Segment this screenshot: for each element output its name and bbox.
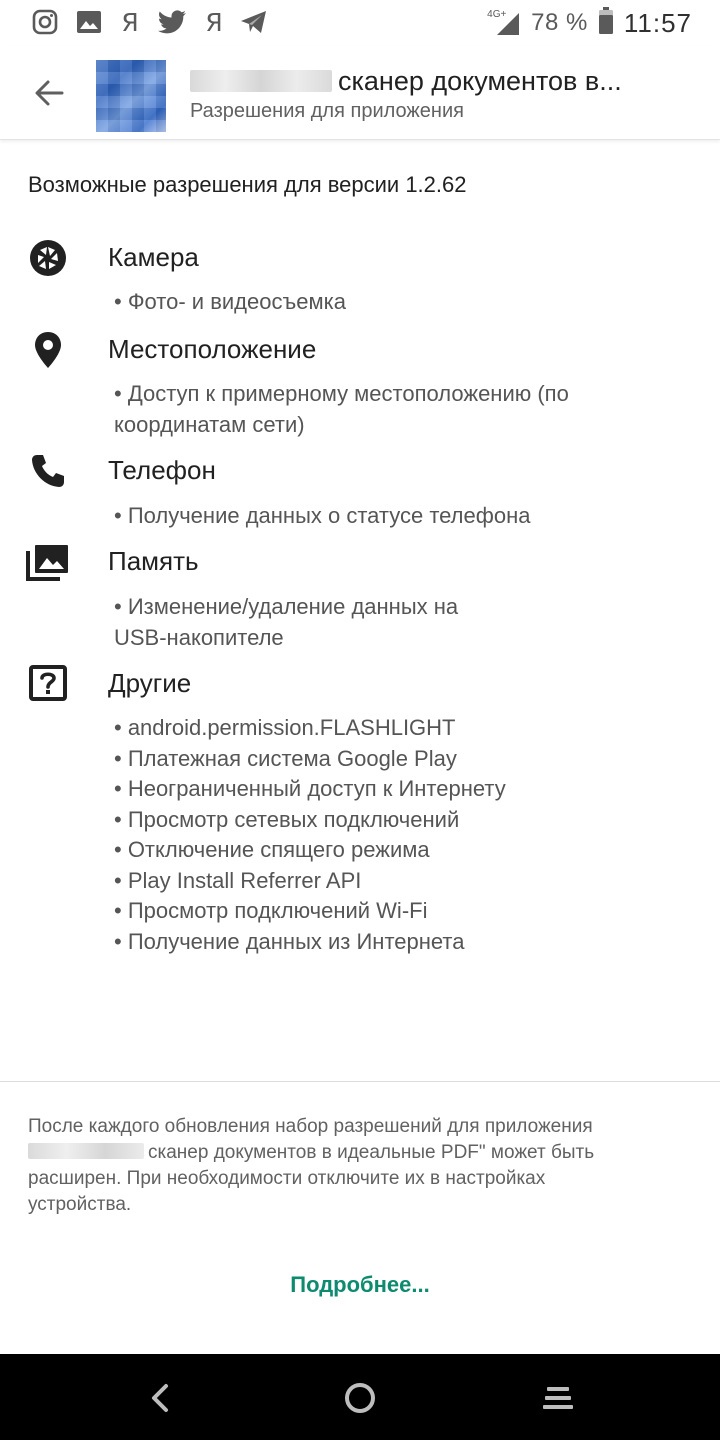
divider <box>0 1081 720 1082</box>
version-heading: Возможные разрешения для версии 1.2.62 <box>28 172 467 197</box>
instagram-icon <box>30 8 60 36</box>
app-title-row: сканер документов в... <box>190 64 700 98</box>
gallery-icon <box>74 8 104 36</box>
app-subtitle: Разрешения для приложения <box>190 100 464 122</box>
permission-title: Другие <box>108 668 192 698</box>
yandex-icon: Я <box>205 7 223 37</box>
footer-line: сканер документов в идеальные PDF" может… <box>148 1142 595 1163</box>
permission-item: • Платежная система Google Play <box>114 745 457 771</box>
permission-item: • android.permission.FLASHLIGHT <box>114 715 456 740</box>
location-pin-icon <box>26 328 70 372</box>
redacted-app-name <box>190 70 332 92</box>
back-arrow-icon <box>35 80 64 106</box>
camera-icon <box>26 236 70 280</box>
status-bar-right: 4G+ 78 % 11:57 <box>487 6 692 40</box>
app-icon <box>96 60 166 132</box>
permission-item: • Фото- и видеосъемка <box>114 289 346 314</box>
footer-line: расширен. При необходимости отключите их… <box>28 1168 546 1189</box>
permission-item: • Изменение/удаление данных на <box>114 594 459 619</box>
permission-items: • Изменение/удаление данных на USB-накоп… <box>114 592 674 653</box>
permission-items: • Доступ к примерному местоположению (по… <box>114 379 674 440</box>
footer-line-with-redaction: сканер документов в идеальные PDF" может… <box>28 1140 688 1166</box>
permission-item: • Play Install Referrer API <box>114 867 362 893</box>
help-box-icon <box>26 662 70 706</box>
nav-back-button[interactable] <box>136 1374 184 1422</box>
permission-item: • Просмотр подключений Wi-Fi <box>114 898 428 923</box>
permission-item: • Доступ к примерному местоположению (по <box>114 381 569 406</box>
navigation-bar <box>0 1354 720 1440</box>
permission-item: • Просмотр сетевых подключений <box>114 806 460 832</box>
permission-item: • Получение данных о статусе телефона <box>114 503 531 528</box>
chevron-left-icon <box>152 1384 168 1412</box>
permission-items: • Фото- и видеосъемка <box>114 287 674 318</box>
permission-item: • Отключение спящего режима <box>114 837 430 862</box>
status-bar: Я Я 4G+ 78 % 11:57 <box>0 0 720 46</box>
twitter-icon <box>156 8 188 36</box>
permission-title: Память <box>108 546 199 576</box>
home-circle-icon <box>345 1383 375 1413</box>
nav-home-button[interactable] <box>336 1374 384 1422</box>
signal-icon: 4G+ <box>487 9 521 37</box>
permission-item: • Неограниченный доступ к Интернету <box>114 776 506 801</box>
permission-items: • android.permission.FLASHLIGHT • Платеж… <box>114 713 674 957</box>
permission-item: • Получение данных из Интернета <box>114 928 465 954</box>
app-title: сканер документов в... <box>338 65 622 96</box>
menu-lines-icon <box>543 1387 573 1409</box>
footer-note: После каждого обновления набор разрешени… <box>28 1114 688 1218</box>
permission-title: Камера <box>108 242 199 272</box>
permission-item: USB-накопителе <box>114 624 284 650</box>
battery-icon <box>598 6 614 40</box>
telegram-icon <box>238 8 270 36</box>
phone-icon <box>26 449 70 493</box>
back-button[interactable] <box>26 70 72 116</box>
nav-menu-button[interactable] <box>534 1374 582 1422</box>
permission-title: Телефон <box>108 455 216 485</box>
redacted-app-name <box>28 1143 144 1159</box>
permission-items: • Получение данных о статусе телефона <box>114 501 674 532</box>
more-details-link[interactable]: Подробнее... <box>0 1272 720 1298</box>
footer-line: После каждого обновления набор разрешени… <box>28 1116 593 1137</box>
yandex-icon: Я <box>121 7 139 37</box>
app-bar: сканер документов в... Разрешения для пр… <box>0 46 720 140</box>
photo-library-icon <box>26 540 70 584</box>
clock: 11:57 <box>623 7 692 38</box>
permission-item: координатам сети) <box>114 411 305 437</box>
battery-percent: 78 % <box>531 9 588 36</box>
footer-line: устройства. <box>28 1194 132 1215</box>
permission-title: Местоположение <box>108 334 317 364</box>
